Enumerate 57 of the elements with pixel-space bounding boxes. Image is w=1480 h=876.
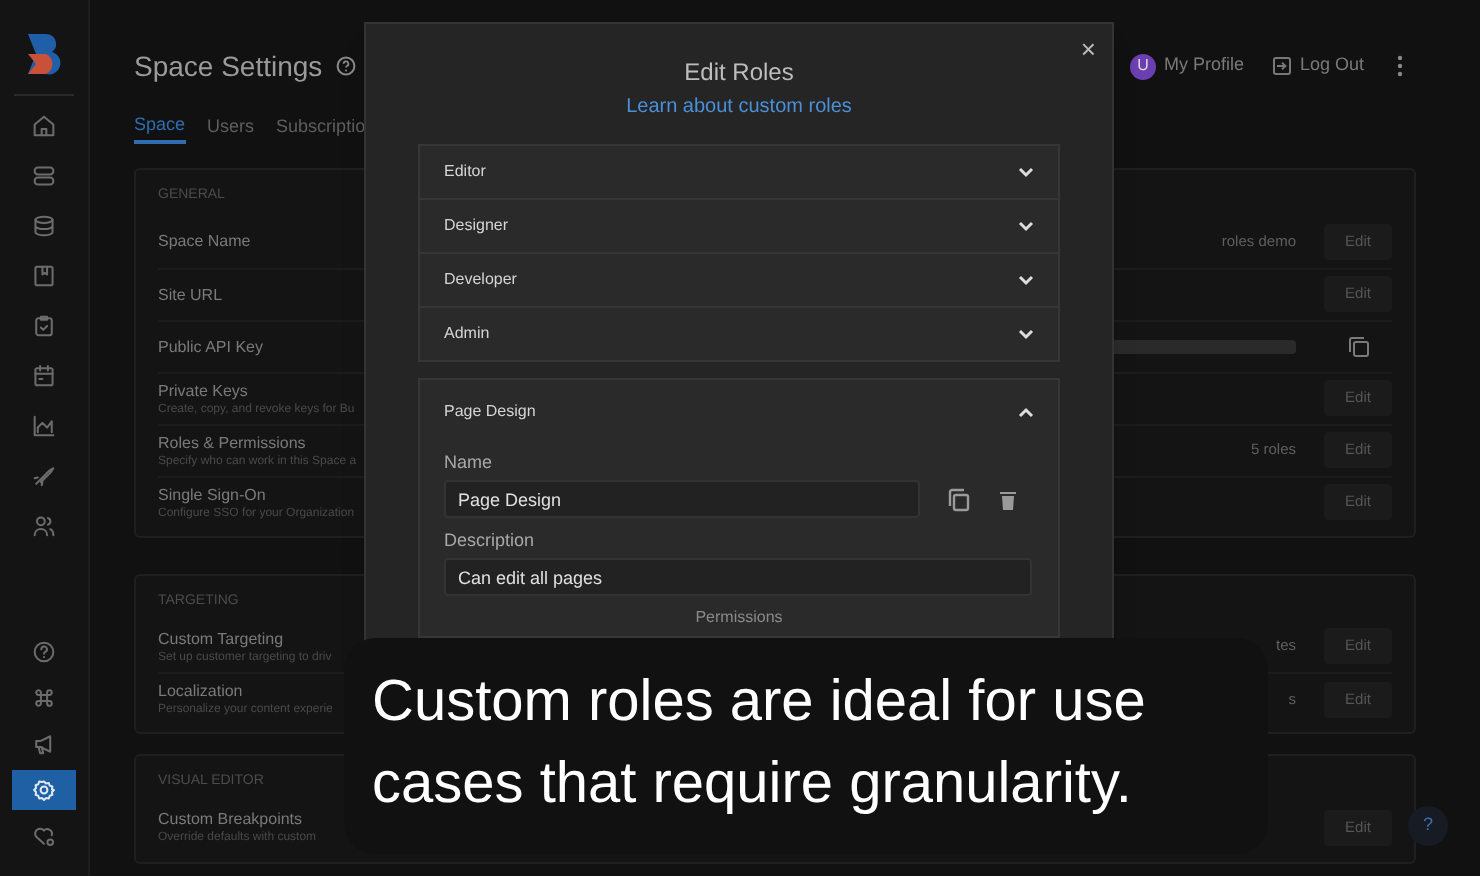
calendar-icon[interactable] xyxy=(30,362,58,390)
setting-label: Single Sign-On xyxy=(158,483,266,505)
profile-link[interactable]: My Profile xyxy=(1163,52,1244,80)
help-link[interactable]: Learn about custom roles xyxy=(626,96,852,118)
dialog-title: Edit Roles xyxy=(682,56,796,88)
setting-label: Custom Targeting xyxy=(158,627,284,649)
field-label: Name xyxy=(444,450,493,474)
copy-icon[interactable] xyxy=(948,487,970,511)
setting-label: Site URL xyxy=(158,283,223,305)
role-header[interactable]: Page Design xyxy=(420,380,1058,444)
book-icon[interactable] xyxy=(30,262,58,290)
page-title: Space Settings xyxy=(134,47,323,86)
close-button[interactable]: × xyxy=(1080,30,1096,69)
database-icon[interactable] xyxy=(30,212,58,240)
setting-label: Public API Key xyxy=(158,335,263,357)
name-field[interactable]: Page Design xyxy=(444,480,920,518)
permissions-heading: Permissions xyxy=(695,608,783,628)
trash-icon[interactable] xyxy=(1000,489,1016,509)
logout-link[interactable]: Log Out xyxy=(1299,52,1364,80)
home-icon[interactable] xyxy=(30,112,58,140)
role-header[interactable]: Editor xyxy=(420,146,1058,198)
copy-icon[interactable] xyxy=(1347,335,1369,357)
chevron-icon xyxy=(1018,274,1034,286)
logout-icon[interactable] xyxy=(1271,56,1292,76)
chevron-icon xyxy=(1018,328,1034,340)
setting-label: Private Keys xyxy=(158,379,248,401)
role-header[interactable]: Developer xyxy=(420,254,1058,306)
setting-label: Localization xyxy=(158,680,243,702)
sidebar-button[interactable] xyxy=(12,770,76,810)
tab[interactable]: Subscriptio xyxy=(276,112,366,144)
chevron-icon xyxy=(1018,166,1034,178)
role-header[interactable]: Designer xyxy=(420,200,1058,252)
description-field[interactable]: Can edit all pages xyxy=(444,558,1032,596)
settings-icon[interactable] xyxy=(30,776,58,804)
help-icon[interactable] xyxy=(336,56,357,76)
setting-label: Roles & Permissions xyxy=(158,431,306,453)
rocket-icon[interactable] xyxy=(30,462,58,490)
setting-label: Custom Breakpoints xyxy=(158,808,303,830)
users-icon[interactable] xyxy=(30,512,58,540)
logo-icon xyxy=(24,32,64,76)
chart-icon[interactable] xyxy=(30,412,58,440)
stack-icon[interactable] xyxy=(30,162,58,190)
avatar[interactable]: U xyxy=(1129,53,1156,79)
help-button[interactable]: ? xyxy=(1408,806,1448,846)
setting-label: Space Name xyxy=(158,230,251,252)
chevron-icon xyxy=(1018,406,1034,418)
field-label: Description xyxy=(444,528,535,552)
caption: Custom roles are ideal for use cases that require granularity. xyxy=(344,638,1268,854)
tab[interactable]: Users xyxy=(207,112,255,144)
clipboard-icon[interactable] xyxy=(30,312,58,340)
more-icon[interactable] xyxy=(1396,54,1404,78)
role-header[interactable]: Admin xyxy=(420,308,1058,360)
help-icon[interactable] xyxy=(30,638,58,666)
command-icon[interactable] xyxy=(30,684,58,712)
chevron-icon xyxy=(1018,220,1034,232)
heart-gear-icon[interactable] xyxy=(30,822,58,850)
tab[interactable]: Space xyxy=(134,112,186,144)
